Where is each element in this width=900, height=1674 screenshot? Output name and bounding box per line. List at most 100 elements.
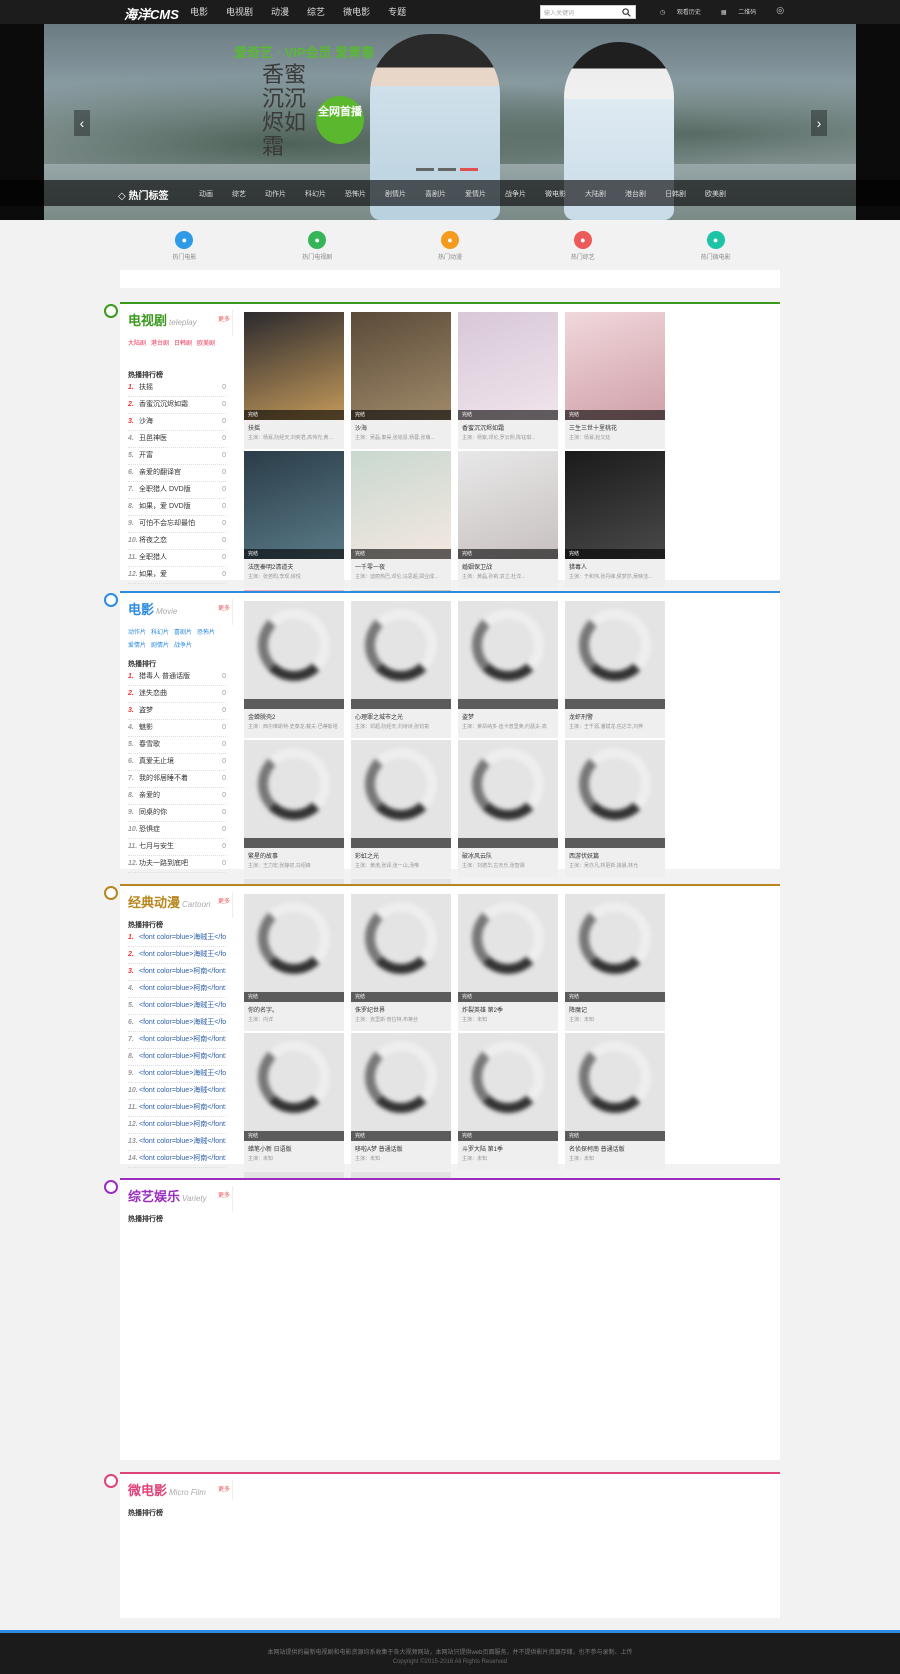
rank-item[interactable]: 8. 如果，爱 DVD版 0 bbox=[128, 499, 226, 516]
hot-tag-0[interactable]: 动画 bbox=[199, 189, 213, 199]
hot-tag-1[interactable]: 综艺 bbox=[232, 189, 246, 199]
poster-title[interactable]: 斗罗大陆 第1季 bbox=[458, 1141, 558, 1153]
rank-item[interactable]: 5. 开富 0 bbox=[128, 448, 226, 465]
subcategory-link[interactable]: 恐怖片 bbox=[197, 627, 215, 636]
subcategory-link[interactable]: 日韩剧 bbox=[174, 338, 192, 347]
nav-item-3[interactable]: 综艺 bbox=[307, 0, 325, 24]
poster-card[interactable]: 彩虹之光 主演：黄渤,张译,张一山,汤唯 bbox=[351, 740, 451, 877]
more-link[interactable]: 更多 bbox=[218, 896, 230, 905]
poster-card[interactable]: 繁星的故事 主演：王力宏,张静初,冯绍峰 bbox=[244, 740, 344, 877]
rank-item[interactable]: 9. 同桌的你 0 bbox=[128, 805, 226, 822]
poster-title[interactable]: 心理罪之城市之光 bbox=[351, 709, 451, 721]
poster-title[interactable]: 猎毒人 bbox=[565, 559, 665, 571]
rank-item[interactable]: 4. <font color=blue>柯南</font> bbox=[128, 981, 226, 998]
rank-item[interactable]: 11. <font color=blue>柯南</font> bbox=[128, 1100, 226, 1117]
poster-card[interactable]: 完结 斗罗大陆 第1季 主演：未知 bbox=[458, 1033, 558, 1170]
poster-image[interactable]: 完结 bbox=[351, 451, 451, 559]
poster-card[interactable]: 完结 猎毒人 主演：于和伟,张丹峰,侯梦莎,吴映洁... bbox=[565, 451, 665, 588]
poster-image[interactable]: 完结 bbox=[351, 1033, 451, 1141]
history-link[interactable]: ◷ 观看历史 bbox=[660, 7, 711, 16]
poster-card[interactable]: 完结 扶摇 主演：杨幂,阮经天,刘奕君,高伟光,黄... bbox=[244, 312, 344, 449]
section-title[interactable]: 经典动漫 Cartoon bbox=[128, 892, 210, 911]
hot-tag-11[interactable]: 港台剧 bbox=[625, 189, 646, 199]
rank-item[interactable]: 4. 丑邑神医 0 bbox=[128, 431, 226, 448]
poster-image[interactable]: 完结 bbox=[565, 894, 665, 1002]
hot-tag-10[interactable]: 大陆剧 bbox=[585, 189, 606, 199]
poster-card[interactable]: 完结 三生三世十里桃花 主演：杨幂,赵又廷 bbox=[565, 312, 665, 449]
rank-item[interactable]: 12.<font color=blue>柯南</font> bbox=[128, 1117, 226, 1134]
nav-item-2[interactable]: 动漫 bbox=[271, 0, 289, 24]
poster-card[interactable]: 心理罪之城市之光 主演：邓超,阮经天,刘诗诗,张钧甯 bbox=[351, 601, 451, 738]
hot-tag-7[interactable]: 爱情片 bbox=[465, 189, 486, 199]
poster-card[interactable]: 完结 婚姻保卫战 主演：黄磊,孙莉,袁立,杜淳... bbox=[458, 451, 558, 588]
rank-item[interactable]: 4. 魅影 0 bbox=[128, 720, 226, 737]
section-title[interactable]: 微电影 Micro Film bbox=[128, 1480, 206, 1499]
user-icon[interactable]: ◎ bbox=[776, 5, 784, 16]
poster-image[interactable] bbox=[244, 601, 344, 709]
rank-item[interactable]: 10.<font color=blue>海贼</font> bbox=[128, 1083, 226, 1100]
rank-item[interactable]: 11. 七月与安生 0 bbox=[128, 839, 226, 856]
poster-image[interactable]: 完结 bbox=[458, 894, 558, 1002]
rank-item[interactable]: 3. 沙海 0 bbox=[128, 414, 226, 431]
banner-dot-3[interactable] bbox=[460, 168, 478, 171]
rank-item[interactable]: 2. <font color=blue>海贼王</font> bbox=[128, 947, 226, 964]
poster-title[interactable]: 扶摇 bbox=[244, 420, 344, 432]
subcategory-link[interactable]: 科幻片 bbox=[151, 627, 169, 636]
poster-title[interactable]: 名侦探柯南 普通话版 bbox=[565, 1141, 665, 1153]
hot-tag-12[interactable]: 日韩剧 bbox=[665, 189, 686, 199]
poster-card[interactable]: 完结 侏罗纪世界 主演：克里斯·普拉特,布莱丝 bbox=[351, 894, 451, 1031]
hot-tag-6[interactable]: 喜剧片 bbox=[425, 189, 446, 199]
poster-image[interactable]: 完结 bbox=[565, 1033, 665, 1141]
subcategory-link[interactable]: 战争片 bbox=[174, 640, 192, 649]
poster-title[interactable]: 降魔记 bbox=[565, 1002, 665, 1014]
hot-tag-2[interactable]: 动作片 bbox=[265, 189, 286, 199]
poster-card[interactable]: 完结 法医秦明2清道夫 主演：张若昀,李现,徐悦 bbox=[244, 451, 344, 588]
poster-card[interactable]: 完结 一千零一夜 主演：迪丽热巴,邓伦,马思超,郑业成... bbox=[351, 451, 451, 588]
poster-title[interactable]: 哆啦A梦 普通话版 bbox=[351, 1141, 451, 1153]
poster-card[interactable]: 完结 哆啦A梦 普通话版 主演：未知 bbox=[351, 1033, 451, 1170]
rank-item[interactable]: 6. 真爱无止境 0 bbox=[128, 754, 226, 771]
nav-item-5[interactable]: 专题 bbox=[388, 0, 406, 24]
poster-title[interactable]: 龙虾刑警 bbox=[565, 709, 665, 721]
poster-title[interactable]: 三生三世十里桃花 bbox=[565, 420, 665, 432]
nav-item-1[interactable]: 电视剧 bbox=[226, 0, 253, 24]
poster-card[interactable]: 完结 你的名字。 主演：内详 bbox=[244, 894, 344, 1031]
rank-item[interactable]: 6. 亲爱的翻译官 0 bbox=[128, 465, 226, 482]
more-link[interactable]: 更多 bbox=[218, 603, 230, 612]
poster-title[interactable]: 彩虹之光 bbox=[351, 848, 451, 860]
rank-item[interactable]: 2. 香蜜沉沉烬如霜 0 bbox=[128, 397, 226, 414]
poster-title[interactable]: 炸裂英雄 第2季 bbox=[458, 1002, 558, 1014]
rank-item[interactable]: 14.<font color=blue>柯南</font> bbox=[128, 1151, 226, 1168]
poster-image[interactable] bbox=[351, 601, 451, 709]
rank-item[interactable]: 3. 盗梦 0 bbox=[128, 703, 226, 720]
rank-item[interactable]: 7. 全职猎人 DVD版 0 bbox=[128, 482, 226, 499]
rank-item[interactable]: 7. <font color=blue>柯南</font> bbox=[128, 1032, 226, 1049]
rank-item[interactable]: 13.<font color=blue>海贼</font> bbox=[128, 1134, 226, 1151]
more-link[interactable]: 更多 bbox=[218, 1190, 230, 1199]
hot-tag-5[interactable]: 剧情片 bbox=[385, 189, 406, 199]
poster-title[interactable]: 侏罗纪世界 bbox=[351, 1002, 451, 1014]
rank-item[interactable]: 8. <font color=blue>柯南</font> bbox=[128, 1049, 226, 1066]
rank-item[interactable]: 5. <font color=blue>海贼王</font> bbox=[128, 998, 226, 1015]
banner-next-button[interactable]: › bbox=[811, 110, 827, 136]
rank-item[interactable]: 6. <font color=blue>海贼王</font> bbox=[128, 1015, 226, 1032]
hot-tag-13[interactable]: 欧美剧 bbox=[705, 189, 726, 199]
poster-image[interactable] bbox=[244, 740, 344, 848]
poster-card[interactable]: 完结 香蜜沉沉烬如霜 主演：杨紫,邓伦,罗云熙,陈钰琪... bbox=[458, 312, 558, 449]
poster-image[interactable]: 完结 bbox=[458, 1033, 558, 1141]
poster-card[interactable]: 完结 蜡笔小新 日语版 主演：未知 bbox=[244, 1033, 344, 1170]
rank-item[interactable]: 12.功夫一路到底吧 0 bbox=[128, 856, 226, 873]
poster-image[interactable]: 完结 bbox=[565, 451, 665, 559]
rank-item[interactable]: 9. 可怕不会忘却最怕 0 bbox=[128, 516, 226, 533]
site-logo[interactable]: 海洋CMS bbox=[124, 4, 179, 23]
qrcode-link[interactable]: ▦ 二维码 bbox=[721, 7, 766, 16]
poster-card[interactable]: 完结 名侦探柯南 普通话版 主演：未知 bbox=[565, 1033, 665, 1170]
poster-card[interactable]: 完结 沙海 主演：吴磊,秦昊,张铭恩,杨蓉,张萌... bbox=[351, 312, 451, 449]
banner-dot-2[interactable] bbox=[438, 168, 456, 171]
rank-item[interactable]: 1. 猎毒人 普通话版 0 bbox=[128, 669, 226, 686]
hot-tag-4[interactable]: 恐怖片 bbox=[345, 189, 366, 199]
rank-item[interactable]: 10.恐惧症 0 bbox=[128, 822, 226, 839]
quick-link-3[interactable]: ● 热门综艺 bbox=[516, 224, 649, 268]
poster-title[interactable]: 你的名字。 bbox=[244, 1002, 344, 1014]
more-link[interactable]: 更多 bbox=[218, 1484, 230, 1493]
